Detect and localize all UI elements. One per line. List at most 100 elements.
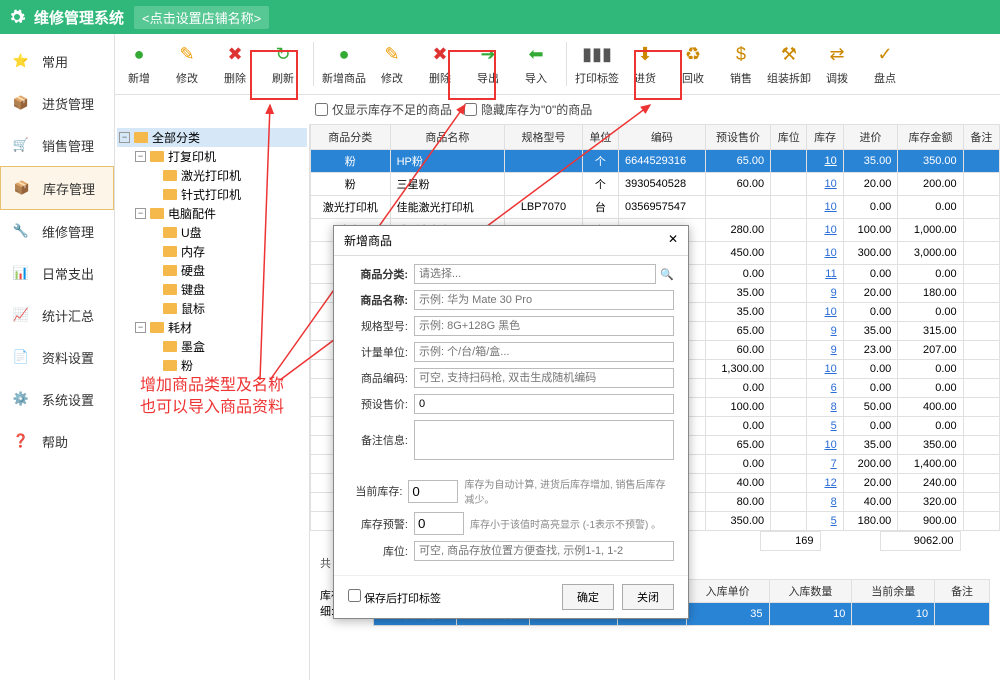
tree-leaf[interactable]: 粉 [117, 356, 307, 375]
col-header[interactable]: 备注 [963, 125, 999, 150]
warn-input[interactable] [414, 512, 464, 535]
name-input[interactable] [414, 290, 674, 310]
table-row[interactable]: 粉三星粉 个393054052860.00 10 20.00200.00 [311, 173, 1000, 196]
tb-plus-g1[interactable]: ●新增 [115, 38, 163, 90]
ok-button[interactable]: 确定 [562, 584, 614, 610]
help-icon: ❓ [10, 430, 32, 452]
col-header[interactable]: 编码 [618, 125, 705, 150]
price-input[interactable] [414, 394, 674, 414]
spec-input[interactable] [414, 316, 674, 336]
close-icon[interactable]: ✕ [668, 232, 678, 249]
export-icon: ➔ [466, 42, 510, 66]
tb-barcode-g3[interactable]: ▮▮▮打印标签 [573, 38, 621, 90]
remark-input[interactable] [414, 420, 674, 460]
unit-input[interactable] [414, 342, 674, 362]
col-header[interactable]: 库存 [807, 125, 843, 150]
tree-leaf[interactable]: 鼠标 [117, 299, 307, 318]
tree-leaf[interactable]: 墨盒 [117, 337, 307, 356]
col-header[interactable]: 商品分类 [311, 125, 391, 150]
col-header[interactable]: 规格型号 [505, 125, 582, 150]
code-input[interactable] [414, 368, 674, 388]
stock-input[interactable] [408, 480, 458, 503]
nav-cart[interactable]: 🛒销售管理 [0, 124, 114, 166]
nav-wrench[interactable]: 🔧维修管理 [0, 210, 114, 252]
field-label: 库存预警: [348, 516, 408, 532]
modal-title: 新增商品 [344, 232, 392, 249]
app-header: 维修管理系统 <点击设置店铺名称> [0, 0, 1000, 34]
filter-low-stock[interactable]: 仅显示库存不足的商品 [315, 101, 452, 118]
tb-recycle-g3[interactable]: ♻回收 [669, 38, 717, 90]
col-header[interactable]: 进价 [843, 125, 898, 150]
shop-name-button[interactable]: <点击设置店铺名称> [134, 6, 269, 29]
tree-leaf[interactable]: U盘 [117, 223, 307, 242]
nav-help[interactable]: ❓帮助 [0, 420, 114, 462]
tb-in-g3[interactable]: ⬇进货 [621, 38, 669, 90]
tree-leaf[interactable]: 键盘 [117, 280, 307, 299]
tree-root[interactable]: −全部分类 [117, 128, 307, 147]
plus-icon: ● [322, 42, 366, 66]
edit-icon: ✎ [165, 42, 209, 66]
tb-export-g2[interactable]: ➔导出 [464, 38, 512, 90]
tree-leaf[interactable]: 硬盘 [117, 261, 307, 280]
app-title: 维修管理系统 [34, 7, 124, 28]
col-header[interactable]: 库存金额 [898, 125, 963, 150]
nav-star[interactable]: ⭐常用 [0, 40, 114, 82]
del-icon: ✖ [418, 42, 462, 66]
tree-leaf[interactable]: 激光打印机 [117, 166, 307, 185]
sidebar: ⭐常用📦进货管理🛒销售管理📦库存管理🔧维修管理📊日常支出📈统计汇总📄资料设置⚙️… [0, 34, 115, 680]
star-icon: ⭐ [10, 50, 32, 72]
tree-leaf[interactable]: 内存 [117, 242, 307, 261]
cat-input[interactable] [414, 264, 656, 284]
filter-hide-zero[interactable]: 隐藏库存为"0"的商品 [464, 101, 592, 118]
col-header[interactable]: 预设售价 [705, 125, 770, 150]
table-row[interactable]: 粉HP粉 个664452931665.00 10 35.00350.00 [311, 150, 1000, 173]
col-header[interactable]: 商品名称 [390, 125, 505, 150]
tb-refresh-g1[interactable]: ↻刷新 [259, 38, 307, 90]
tb-assemble-g3[interactable]: ⚒组装拆卸 [765, 38, 813, 90]
plus-icon: ● [117, 42, 161, 66]
tree-leaf[interactable]: 针式打印机 [117, 185, 307, 204]
tb-sale-g3[interactable]: $销售 [717, 38, 765, 90]
tree-node[interactable]: −耗材 [117, 318, 307, 337]
assemble-icon: ⚒ [767, 42, 811, 66]
table-row[interactable]: 激光打印机佳能激光打印机LBP7070 台0356957547 10 0.000… [311, 196, 1000, 219]
field-label: 当前库存: [348, 483, 402, 499]
gear-icon: ⚙️ [10, 388, 32, 410]
in-icon: ⬇ [623, 42, 667, 66]
nav-gear[interactable]: ⚙️系统设置 [0, 378, 114, 420]
tb-check-g3[interactable]: ✓盘点 [861, 38, 909, 90]
field-label: 规格型号: [348, 318, 408, 334]
tb-edit-g1[interactable]: ✎修改 [163, 38, 211, 90]
box-in-icon: 📦 [10, 92, 32, 114]
filter-row: 仅显示库存不足的商品 隐藏库存为"0"的商品 [115, 95, 1000, 124]
loc-input[interactable] [414, 541, 674, 561]
field-label: 备注信息: [348, 432, 408, 448]
add-product-modal: 新增商品 ✕ 商品分类:🔍商品名称:规格型号:计量单位:商品编码:预设售价:备注… [333, 225, 689, 619]
wrench-icon: 🔧 [10, 220, 32, 242]
nav-doc[interactable]: 📄资料设置 [0, 336, 114, 378]
stats-icon: 📈 [10, 304, 32, 326]
gear-icon [8, 8, 26, 26]
save-print-checkbox[interactable]: 保存后打印标签 [348, 589, 441, 606]
tree-node[interactable]: −电脑配件 [117, 204, 307, 223]
nav-box[interactable]: 📦库存管理 [0, 166, 114, 210]
tb-del-g1[interactable]: ✖删除 [211, 38, 259, 90]
cart-icon: 🛒 [10, 134, 32, 156]
nav-stats[interactable]: 📈统计汇总 [0, 294, 114, 336]
col-header[interactable]: 单位 [582, 125, 618, 150]
import-icon: ⬅ [514, 42, 558, 66]
tb-del-g2[interactable]: ✖删除 [416, 38, 464, 90]
tb-plus-g2[interactable]: ●新增商品 [320, 38, 368, 90]
cancel-button[interactable]: 关闭 [622, 584, 674, 610]
nav-chart[interactable]: 📊日常支出 [0, 252, 114, 294]
tree-node[interactable]: −打复印机 [117, 147, 307, 166]
search-icon[interactable]: 🔍 [660, 268, 674, 281]
tb-edit-g2[interactable]: ✎修改 [368, 38, 416, 90]
col-header[interactable]: 库位 [771, 125, 807, 150]
tb-import-g2[interactable]: ⬅导入 [512, 38, 560, 90]
recycle-icon: ♻ [671, 42, 715, 66]
chart-icon: 📊 [10, 262, 32, 284]
toolbar: ●新增✎修改✖删除↻刷新●新增商品✎修改✖删除➔导出⬅导入▮▮▮打印标签⬇进货♻… [115, 34, 1000, 95]
nav-box-in[interactable]: 📦进货管理 [0, 82, 114, 124]
tb-transfer-g3[interactable]: ⇄调拨 [813, 38, 861, 90]
